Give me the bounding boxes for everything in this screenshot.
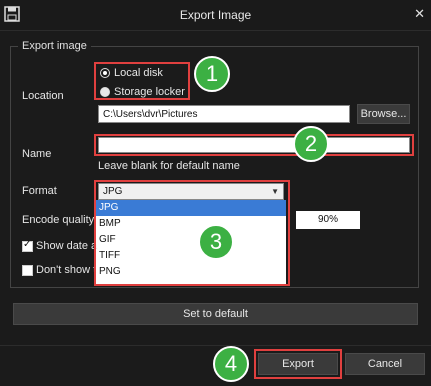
name-hint: Leave blank for default name <box>98 160 240 172</box>
title-bar: Export Image ✕ <box>0 0 431 31</box>
window-title: Export Image <box>179 8 252 22</box>
step-badge-4: 4 <box>213 346 249 382</box>
show-date-checkbox[interactable] <box>22 239 33 252</box>
location-label: Location <box>22 90 64 102</box>
set-to-default-button[interactable]: Set to default <box>13 303 418 325</box>
dont-show-checkbox[interactable] <box>22 265 33 276</box>
show-date-label: Show date a <box>36 240 98 252</box>
path-field[interactable]: C:\Users\dvr\Pictures <box>98 105 350 123</box>
encode-quality-field[interactable]: 90% <box>296 211 360 229</box>
group-label: Export image <box>18 40 91 52</box>
step-badge-1: 1 <box>194 56 230 92</box>
dont-show-label: Don't show t <box>36 264 97 276</box>
highlight-format-list <box>94 180 290 286</box>
encode-quality-label: Encode quality <box>22 214 95 226</box>
footer-divider <box>0 345 431 346</box>
format-label: Format <box>22 185 57 197</box>
step-badge-3: 3 <box>198 224 234 260</box>
name-label: Name <box>22 148 52 160</box>
browse-button[interactable]: Browse... <box>357 104 410 124</box>
highlight-radio-group <box>94 62 190 100</box>
highlight-name-field <box>94 134 414 156</box>
cancel-button[interactable]: Cancel <box>345 353 425 375</box>
highlight-export-button <box>254 349 342 379</box>
close-icon[interactable]: ✕ <box>414 6 425 22</box>
step-badge-2: 2 <box>293 126 329 162</box>
